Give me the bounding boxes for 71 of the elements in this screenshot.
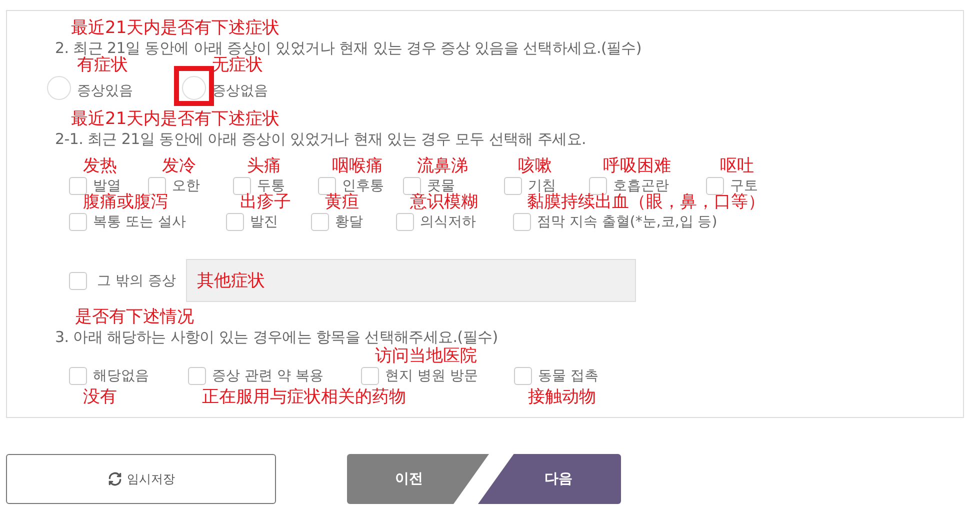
save-button[interactable]: 임시저장	[6, 454, 276, 504]
checkbox[interactable]	[69, 213, 87, 231]
checkbox[interactable]	[706, 177, 724, 195]
checkbox[interactable]	[311, 213, 329, 231]
annotation-text: 没有	[83, 389, 117, 406]
option-label: 콧물	[427, 177, 455, 194]
option-label: 황달	[335, 213, 363, 231]
annotation-text: 最近21天内是否有下述症状	[71, 111, 280, 128]
annotation-text: 正在服用与症状相关的药物	[202, 389, 406, 406]
annotation-text: 无症状	[212, 57, 263, 74]
annotation-text: 出疹子	[240, 194, 291, 211]
option-label: 발진	[250, 213, 278, 231]
radio-button[interactable]	[182, 76, 206, 100]
annotation-text: 发冷	[162, 158, 196, 175]
checkbox[interactable]	[318, 177, 336, 195]
annotation-text: 呕吐	[720, 158, 754, 175]
option-label: 복통 또는 설사	[93, 213, 186, 231]
question-text: 3. 아래 해당하는 사항이 있는 경우에는 항목을 선택해주세요.(필수)	[55, 328, 499, 346]
checkbox[interactable]	[514, 367, 532, 385]
option-label: 현지 병원 방문	[385, 367, 478, 385]
checkbox[interactable]	[589, 177, 607, 195]
annotation-text: 访问当地医院	[375, 348, 477, 365]
annotation-text: 黄疸	[325, 194, 359, 211]
checkbox[interactable]	[69, 367, 87, 385]
annotation-text: 有症状	[77, 57, 128, 74]
input-field[interactable]: 其他症状	[186, 259, 636, 302]
option-label: 증상없음	[212, 82, 268, 100]
annotation-text: 接触动物	[528, 389, 596, 406]
annotation-text: 咳嗽	[518, 158, 552, 175]
option-label: 의식저하	[420, 213, 476, 231]
checkbox[interactable]	[188, 367, 206, 385]
checkbox[interactable]	[396, 213, 414, 231]
annotation-text: 其他症状	[196, 270, 265, 292]
radio-button[interactable]	[47, 76, 71, 100]
question-text: 2. 최근 21일 동안에 아래 증상이 있었거나 현재 있는 경우 증상 있음을 선택하세요.(필수)	[55, 39, 642, 57]
option-label: 인후통	[342, 177, 384, 194]
annotation-text: 咽喉痛	[332, 158, 383, 175]
option-label: 발열	[93, 177, 121, 194]
option-label: 기침	[528, 177, 556, 194]
option-label: 점막 지속 출혈(*눈,코,입 등)	[537, 213, 718, 231]
annotation-text: 是否有下述情况	[75, 309, 194, 326]
annotation-text: 黏膜持续出血（眼，鼻，口等）	[527, 194, 765, 211]
checkbox[interactable]	[361, 367, 379, 385]
option-label: 오한	[172, 177, 200, 195]
previous-button[interactable]: 이전	[347, 454, 489, 504]
checkbox[interactable]	[504, 177, 522, 195]
annotation-text: 腹痛或腹泻	[83, 194, 168, 211]
checkbox[interactable]	[403, 177, 421, 195]
annotation-text: 最近21天内是否有下述症状	[71, 20, 280, 37]
option-label: 증상있음	[77, 82, 133, 100]
checkbox[interactable]	[226, 213, 244, 231]
annotation-text: 呼吸困难	[603, 158, 671, 175]
checkbox[interactable]	[513, 213, 531, 231]
option-label: 동물 접촉	[538, 367, 598, 385]
annotation-text: 流鼻涕	[417, 158, 468, 175]
annotation-text: 意识模糊	[410, 194, 478, 211]
annotation-text: 发热	[83, 158, 117, 175]
option-label: 호흡곤란	[613, 177, 669, 194]
checkbox[interactable]	[69, 177, 87, 195]
checkbox[interactable]	[233, 177, 251, 195]
refresh-icon	[107, 471, 123, 487]
option-label: 증상 관련 약 복용	[212, 367, 324, 385]
option-label: 해당없음	[93, 367, 149, 385]
option-label: 그 밖의 증상	[97, 272, 176, 290]
checkbox[interactable]	[148, 177, 166, 195]
annotation-text: 头痛	[247, 158, 281, 175]
question-text: 2-1. 최근 21일 동안에 아래 증상이 있었거나 현재 있는 경우 모두 선택해 주세요.	[55, 130, 587, 149]
option-label: 두통	[257, 177, 285, 194]
next-button[interactable]: 다음	[478, 454, 621, 504]
option-label: 구토	[730, 177, 758, 194]
checkbox[interactable]	[69, 272, 87, 290]
